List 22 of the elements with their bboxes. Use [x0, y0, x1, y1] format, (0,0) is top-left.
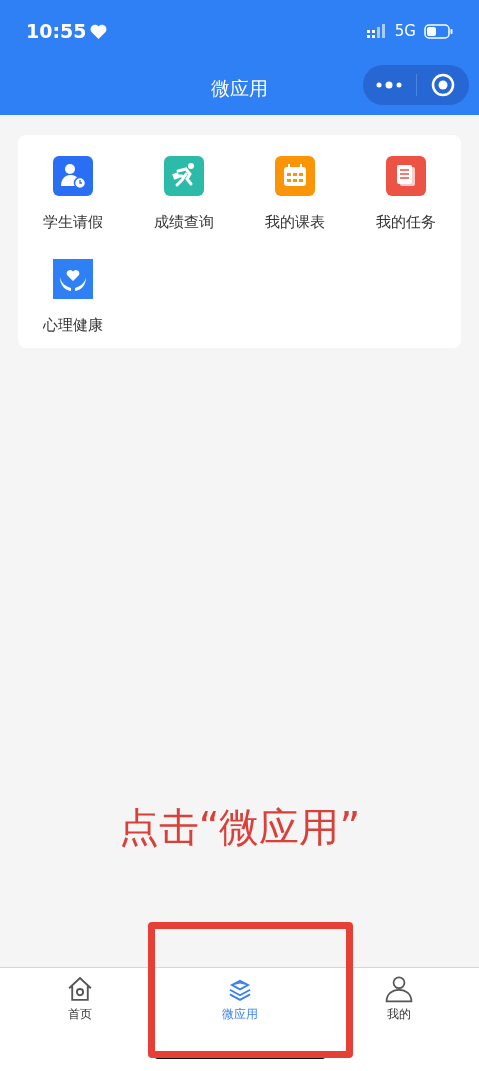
heart-hands-icon[interactable]: [53, 258, 94, 299]
app-label[interactable]: 成绩查询: [154, 211, 215, 234]
person-clock-icon[interactable]: [53, 156, 94, 196]
runner-icon[interactable]: [164, 156, 205, 196]
tab-item[interactable]: 首页: [0, 974, 160, 1024]
signal-icon: [366, 24, 387, 38]
tab-item[interactable]: 我的: [319, 974, 479, 1024]
capsule-menu[interactable]: [363, 65, 469, 105]
network-label: 5G: [394, 20, 416, 42]
app-label[interactable]: 我的任务: [375, 211, 436, 234]
app-label[interactable]: 学生请假: [43, 211, 104, 234]
page-title: 微应用: [211, 76, 268, 102]
battery-icon: [424, 23, 453, 39]
clock-time: 10:55: [26, 18, 87, 44]
tab-item[interactable]: 微应用: [159, 974, 320, 1024]
more-icon[interactable]: [376, 81, 403, 89]
close-icon[interactable]: [430, 73, 455, 97]
document-icon[interactable]: [385, 156, 426, 196]
app-label[interactable]: 我的课表: [264, 211, 325, 234]
heart-icon: [90, 23, 108, 39]
annotation-text: 点击“微应用”: [118, 804, 361, 850]
app-label[interactable]: 心理健康: [43, 313, 104, 336]
